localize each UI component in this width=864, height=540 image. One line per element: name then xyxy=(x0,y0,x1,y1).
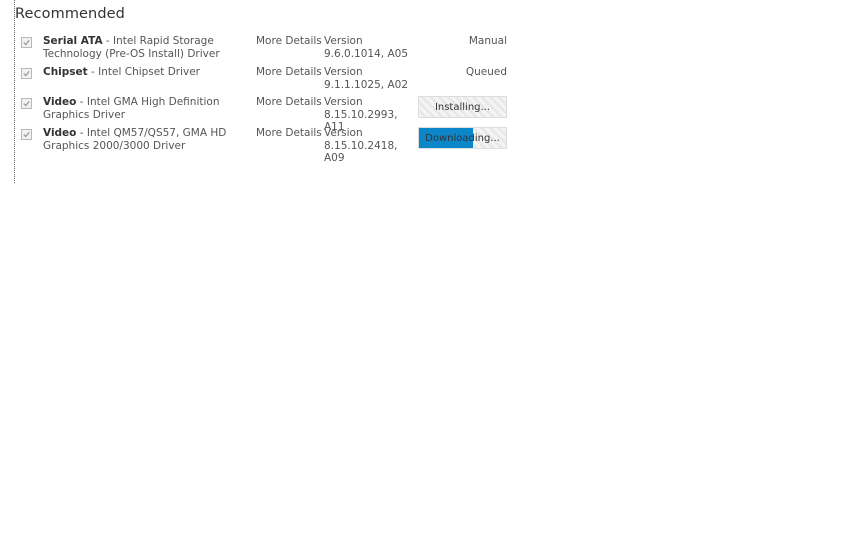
driver-checkbox[interactable] xyxy=(21,68,32,79)
driver-name: Video - Intel QM57/QS57, GMA HD Graphics… xyxy=(43,127,248,152)
driver-version: Version 8.15.10.2418, A09 xyxy=(324,127,398,164)
driver-name: Serial ATA - Intel Rapid Storage Technol… xyxy=(43,35,248,60)
checkmark-icon xyxy=(23,70,30,77)
checkmark-icon xyxy=(23,100,30,107)
driver-name: Chipset - Intel Chipset Driver xyxy=(43,66,248,79)
driver-category: Chipset xyxy=(43,66,88,78)
driver-version: Version 9.1.1.1025, A02 xyxy=(324,66,408,91)
driver-description: - Intel Chipset Driver xyxy=(87,66,200,78)
section-divider xyxy=(14,0,15,183)
more-details-link[interactable]: More Details xyxy=(256,66,322,79)
driver-version: Version 9.6.0.1014, A05 xyxy=(324,35,408,60)
section-title: Recommended xyxy=(15,6,125,22)
driver-checkbox[interactable] xyxy=(21,129,32,140)
progress-label: Installing... xyxy=(434,101,491,113)
driver-name: Video - Intel GMA High Definition Graphi… xyxy=(43,96,248,121)
checkmark-icon xyxy=(23,131,30,138)
driver-category: Video xyxy=(43,127,77,139)
driver-checkbox[interactable] xyxy=(21,37,32,48)
driver-status: Manual xyxy=(468,35,507,47)
driver-category: Serial ATA xyxy=(43,35,103,47)
progress-label: Downloading... xyxy=(425,132,500,144)
more-details-link[interactable]: More Details xyxy=(256,35,322,48)
driver-checkbox[interactable] xyxy=(21,98,32,109)
download-progress-bar: Downloading... xyxy=(418,127,507,149)
more-details-link[interactable]: More Details xyxy=(256,96,322,109)
driver-category: Video xyxy=(43,96,77,108)
checkmark-icon xyxy=(23,39,30,46)
more-details-link[interactable]: More Details xyxy=(256,127,322,140)
install-progress-bar: Installing... xyxy=(418,96,507,118)
driver-status: Queued xyxy=(465,66,507,78)
